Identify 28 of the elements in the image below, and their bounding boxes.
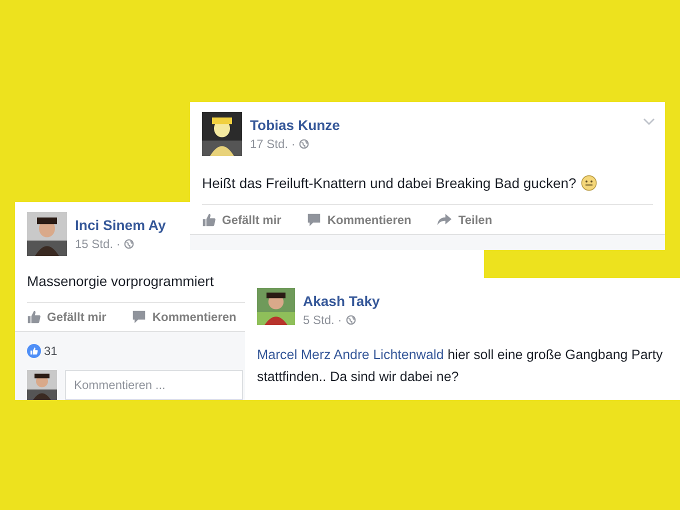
chevron-down-icon[interactable]: [643, 118, 655, 126]
post-time: 5 Std. ·: [303, 313, 342, 327]
share-arrow-icon: [437, 212, 452, 226]
comment-field[interactable]: Kommentieren ...: [65, 370, 243, 400]
action-button[interactable]: Kommentieren: [307, 210, 412, 228]
post-time: 15 Std. ·: [75, 237, 120, 251]
post-text: Massenorgie vorprogrammiert: [27, 272, 215, 291]
globe-icon: [299, 139, 310, 149]
action-button[interactable]: Kommentieren: [132, 308, 236, 326]
author-name[interactable]: Tobias Kunze: [250, 116, 340, 134]
post-text: Marcel Merz Andre Lichtenwald hier soll eine große Gangbang Party stattfinden.. Da sind wir dabei ne?: [257, 346, 664, 386]
speech-bubble-icon: [132, 310, 146, 324]
action-button[interactable]: Teilen: [437, 210, 492, 228]
mention-link[interactable]: Andre Lichtenwald: [334, 347, 444, 362]
like-count: 31: [44, 343, 58, 360]
thumbs-up-icon: [202, 212, 216, 226]
action-button[interactable]: Gefällt mir: [27, 308, 106, 326]
speech-bubble-icon: [307, 212, 322, 226]
like-badge-icon: [27, 344, 41, 358]
post-time: 17 Std. ·: [250, 137, 296, 151]
globe-icon: [346, 315, 356, 325]
author-name[interactable]: Akash Taky: [303, 292, 380, 310]
post-text: Heißt das Freiluft-Knattern und dabei Breaking Bad gucken?: [202, 172, 653, 194]
mention-link[interactable]: Marcel Merz: [257, 347, 331, 362]
author-name[interactable]: Inci Sinem Ay: [75, 216, 166, 234]
action-button[interactable]: Gefällt mir: [202, 210, 282, 228]
globe-icon: [124, 239, 134, 249]
thumbs-up-icon: [27, 310, 41, 324]
